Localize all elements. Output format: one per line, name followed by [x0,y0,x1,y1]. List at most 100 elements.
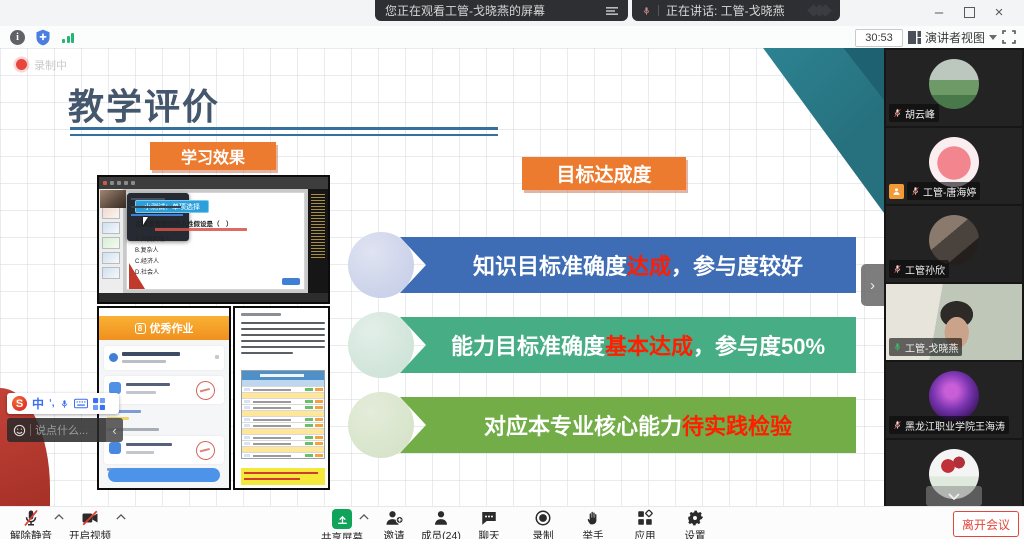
banner-circle-1 [348,232,414,298]
slide-title: 教学评价 [68,78,220,130]
participant-sidebar: 胡云峰 工管-唐海婷 工管孙欣 [884,48,1024,506]
ime-toolbox-icon[interactable] [93,398,105,410]
ime-lang-toggle[interactable]: 中 [32,398,44,410]
divider [30,424,31,436]
chevron-down-icon [989,35,997,40]
meeting-window: 您正在观看工管-戈晓燕的屏幕 正在讲话: 工管-戈晓燕 – × i 30:53 [0,0,1024,539]
minimize-button[interactable]: – [928,2,950,22]
watching-banner: 您正在观看工管-戈晓燕的屏幕 [375,0,628,21]
emoji-icon[interactable] [13,424,26,437]
host-badge-icon [889,184,904,199]
mini-cursor [143,217,148,225]
mic-muted-icon [893,264,902,274]
participant-name: 工管-戈晓燕 [905,340,958,355]
participant-tile-active-speaker[interactable]: 工管-戈晓燕 [886,284,1022,360]
screen-share-area: 录制中 教学评价 学习效果 目标达成度 知识目标准确度达成，参与度较好 能力目标… [0,48,884,506]
participant-name: 工管-唐海婷 [923,184,976,199]
ime-punct-toggle[interactable]: ʼ, [49,399,55,409]
members-icon [432,509,450,527]
participant-tile[interactable]: 工管孙欣 [886,206,1022,282]
close-button[interactable]: × [988,2,1010,22]
doc-table [241,370,325,459]
mini-chat-rail [308,189,328,293]
quiz-question: 古典管理理论的人性假设是（ ） [135,218,233,228]
info-icon[interactable]: i [10,30,25,45]
speaking-banner-text: 正在讲话: 工管-戈晓燕 [666,2,785,19]
app-title: 优秀作业 [150,320,194,336]
participant-tile[interactable] [886,440,1022,506]
quiz-source-line [155,228,247,231]
settings-button[interactable]: 设置 [663,509,727,539]
avatar [929,137,979,187]
mic-muted-icon [893,420,902,430]
participant-name: 胡云峰 [905,106,935,121]
label-learning-effect: 学习效果 [150,142,276,170]
record-icon [534,509,552,527]
restore-button[interactable] [958,2,980,22]
ime-toolbar: S 中 ʼ, [7,393,119,414]
scroll-down-button[interactable] [926,486,982,506]
invite-icon [384,509,404,527]
app-card [104,376,224,404]
mic-muted-icon [22,509,40,527]
speaker-mic-icon [642,5,651,17]
avatar [929,59,979,109]
app-submit-button [108,468,220,482]
apps-icon [636,509,654,527]
shield-icon[interactable] [35,29,51,46]
banner-core-skill: 对应本专业核心能力待实践检验 [400,397,856,453]
start-video-button[interactable]: 开启视频 [58,509,122,539]
meeting-timer: 30:53 [855,29,903,47]
leave-meeting-button[interactable]: 离开会议 [953,511,1019,537]
fullscreen-icon[interactable] [1002,30,1016,44]
menu-icon[interactable] [606,6,618,16]
ime-logo[interactable]: S [12,396,27,411]
share-screen-icon [332,509,352,529]
avatar [929,371,979,421]
speaker-pill-decor [812,4,830,18]
chat-placeholder: 说点什么... [35,422,88,438]
chat-icon [480,509,498,527]
participant-name: 工管孙欣 [905,262,945,277]
slide-teal-corner [689,48,884,213]
divider [658,5,659,16]
mic-muted-icon [893,108,902,118]
view-mode-selector[interactable]: 演讲者视图 [908,28,997,46]
banner-ability: 能力目标准确度基本达成，参与度50% [400,317,856,373]
raise-hand-icon [585,509,601,527]
ime-mic-icon[interactable] [60,398,69,410]
app-header: 8 优秀作业 [99,316,229,340]
sidebar-collapse-handle[interactable]: › [861,264,884,306]
participant-tile[interactable]: 工管-唐海婷 [886,128,1022,204]
mic-on-icon [893,342,902,352]
avatar [929,215,979,265]
chevron-down-icon [948,493,960,500]
mini-webcam [100,190,126,208]
banner-circle-2 [348,312,414,378]
chevron-up-icon[interactable] [116,513,126,521]
ime-keyboard-icon[interactable] [74,398,88,409]
participant-tile[interactable]: 胡云峰 [886,50,1022,126]
recording-indicator-label: 录制中 [34,57,67,73]
layout-icon [908,31,921,44]
camera-off-icon [80,509,100,527]
participant-tile[interactable]: 黑龙江职业学院王海涛 [886,362,1022,438]
mini-slide: 小测试：单项选择 古典管理理论的人性假设是（ ） A.自我实现人 B.复杂人 C… [127,193,304,289]
screenshot-document [233,306,330,490]
app-card [104,346,224,370]
gear-icon [686,509,704,527]
network-signal-icon[interactable] [62,33,74,43]
participant-name: 黑龙江职业学院王海涛 [905,418,1005,433]
banner-knowledge: 知识目标准确度达成，参与度较好 [400,237,856,293]
mini-toolbar [99,177,328,189]
quick-chat-input[interactable]: 说点什么... ‹ [7,418,123,442]
screenshot-quiz: 小测试：单项选择 古典管理理论的人性假设是（ ） A.自我实现人 B.复杂人 C… [97,175,330,304]
banner-circle-3 [348,392,414,458]
view-mode-label: 演讲者视图 [925,29,985,46]
speaking-banner: 正在讲话: 工管-戈晓燕 [632,0,840,21]
watching-banner-text: 您正在观看工管-戈晓燕的屏幕 [385,2,545,19]
mic-muted-icon [911,186,920,196]
recording-indicator-dot [16,59,27,70]
chat-collapse-button[interactable]: ‹ [106,418,123,442]
mini-red-triangle [129,263,145,289]
